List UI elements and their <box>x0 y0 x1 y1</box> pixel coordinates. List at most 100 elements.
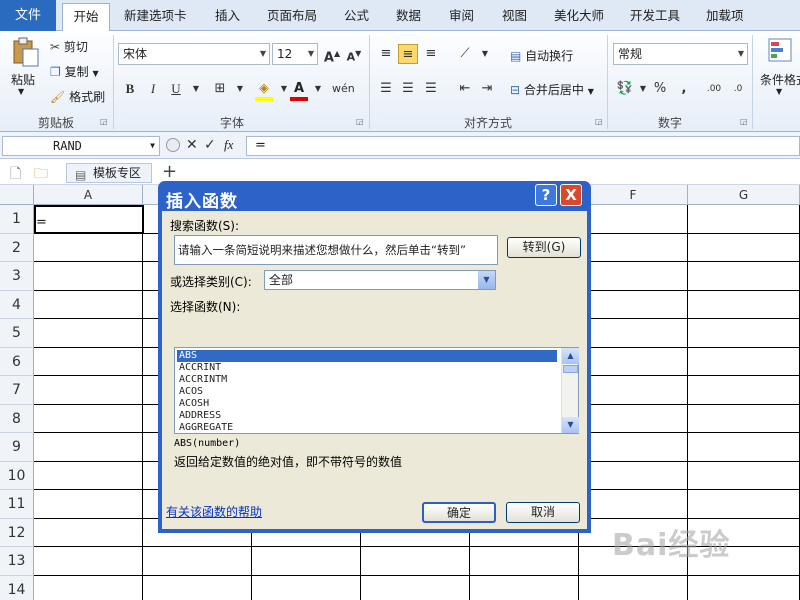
scroll-up-icon[interactable]: ▲ <box>562 348 579 364</box>
ok-button[interactable]: 确定 <box>422 502 496 523</box>
paste-dropdown-icon[interactable]: ▼ <box>18 87 24 96</box>
tab-addins[interactable]: 加载项 <box>706 6 744 26</box>
row-header[interactable]: 7 <box>0 376 34 405</box>
column-header-a[interactable]: A <box>34 185 143 205</box>
row-header[interactable]: 14 <box>0 575 34 600</box>
go-button[interactable]: 转到(G) <box>507 237 581 258</box>
tab-beautify[interactable]: 美化大师 <box>554 6 604 26</box>
tab-review[interactable]: 审阅 <box>449 6 474 26</box>
comma-style-icon[interactable]: , <box>674 79 694 99</box>
grid-cell[interactable] <box>579 490 688 519</box>
row-header[interactable]: 9 <box>0 433 34 462</box>
phonetic-icon[interactable]: wén <box>332 79 355 99</box>
grid-cell[interactable] <box>34 290 143 319</box>
grid-cell[interactable] <box>34 404 143 433</box>
grid-cell[interactable] <box>579 205 688 234</box>
scroll-thumb[interactable] <box>563 365 578 373</box>
border-icon[interactable]: ⊞ <box>210 79 230 99</box>
active-cell-a1[interactable] <box>34 205 144 234</box>
increase-decimal-icon[interactable]: .00 <box>704 79 724 99</box>
underline-dropdown-icon[interactable]: ▼ <box>186 79 206 99</box>
format-painter-button[interactable]: 🖌 格式刷 <box>50 88 105 105</box>
grid-cell[interactable] <box>688 205 800 234</box>
function-help-link[interactable]: 有关该函数的帮助 <box>166 503 262 520</box>
list-item[interactable]: ADDRESS <box>177 410 557 422</box>
font-size-select[interactable]: 12 ▼ <box>272 43 318 65</box>
grid-cell[interactable] <box>579 233 688 262</box>
cancel-formula-icon[interactable]: ✕ <box>186 137 198 153</box>
scroll-down-icon[interactable]: ▼ <box>562 417 579 433</box>
grid-cell[interactable] <box>143 547 252 576</box>
number-format-select[interactable]: 常规 ▼ <box>613 43 748 65</box>
enter-formula-icon[interactable]: ✓ <box>204 137 216 153</box>
grid-cell[interactable] <box>34 262 143 291</box>
list-item[interactable]: AGGREGATE <box>177 422 557 434</box>
tab-insert[interactable]: 插入 <box>215 6 240 26</box>
merge-center-button[interactable]: ⊟ 合并后居中 ▼ <box>510 81 594 98</box>
row-header[interactable]: 5 <box>0 319 34 348</box>
tab-view[interactable]: 视图 <box>502 6 527 26</box>
grid-cell[interactable] <box>688 319 800 348</box>
grid-cell[interactable] <box>34 461 143 490</box>
grid-cell[interactable] <box>470 547 579 576</box>
list-item[interactable]: ABS <box>177 350 557 362</box>
align-left-icon[interactable]: ☰ <box>376 79 396 99</box>
grid-cell[interactable] <box>143 575 252 600</box>
grid-cell[interactable] <box>688 461 800 490</box>
folder-icon[interactable]: 🗀 <box>34 163 48 187</box>
align-top-icon[interactable]: ≡ <box>376 44 396 64</box>
row-header[interactable]: 11 <box>0 490 34 519</box>
help-button[interactable]: ? <box>535 184 557 206</box>
shrink-font-icon[interactable]: A▼ <box>344 44 364 64</box>
grow-font-icon[interactable]: A▲ <box>322 44 342 65</box>
grid-cell[interactable] <box>579 404 688 433</box>
grid-cell[interactable] <box>579 319 688 348</box>
row-header[interactable]: 6 <box>0 347 34 376</box>
underline-button[interactable]: U <box>166 79 186 99</box>
grid-cell[interactable] <box>34 547 143 576</box>
font-color-dropdown-icon[interactable]: ▼ <box>308 79 328 99</box>
fill-color-icon[interactable]: ◈ <box>254 79 274 99</box>
grid-cell[interactable] <box>688 262 800 291</box>
increase-indent-icon[interactable]: ⇥ <box>477 79 497 99</box>
tab-developer[interactable]: 开发工具 <box>630 6 680 26</box>
list-item[interactable]: ACOSH <box>177 398 557 410</box>
grid-cell[interactable] <box>688 347 800 376</box>
grid-cell[interactable] <box>361 547 470 576</box>
grid-cell[interactable] <box>34 518 143 547</box>
function-list[interactable]: ABS ACCRINT ACCRINTM ACOS ACOSH ADDRESS … <box>174 347 579 434</box>
currency-icon[interactable]: 💱 <box>615 79 635 99</box>
search-function-input[interactable]: 请输入一条简短说明来描述您想做什么，然后单击“转到” <box>174 235 498 265</box>
cut-button[interactable]: ✂ 剪切 <box>50 38 88 55</box>
row-header[interactable]: 12 <box>0 518 34 547</box>
wrap-text-button[interactable]: ▤ 自动换行 <box>510 47 573 64</box>
close-button[interactable]: X <box>560 184 582 206</box>
font-name-select[interactable]: 宋体 ▼ <box>118 43 270 65</box>
row-header[interactable]: 13 <box>0 547 34 576</box>
insert-function-button[interactable]: fx <box>224 137 233 153</box>
grid-cell[interactable] <box>34 347 143 376</box>
column-header-f[interactable]: F <box>579 185 688 205</box>
italic-button[interactable]: I <box>143 79 163 99</box>
bold-button[interactable]: B <box>120 79 140 99</box>
tab-formulas[interactable]: 公式 <box>344 6 369 26</box>
orientation-icon[interactable]: ⟋ <box>455 44 475 64</box>
orientation-dropdown-icon[interactable]: ▼ <box>475 44 495 64</box>
list-item[interactable]: ACOS <box>177 386 557 398</box>
font-launcher-icon[interactable]: ◲ <box>356 117 364 126</box>
grid-cell[interactable] <box>688 376 800 405</box>
conditional-dropdown-icon[interactable]: ▼ <box>776 87 782 96</box>
grid-cell[interactable] <box>579 575 688 600</box>
grid-cell[interactable] <box>688 490 800 519</box>
grid-cell[interactable] <box>579 461 688 490</box>
formula-input[interactable]: = <box>246 136 800 156</box>
grid-cell[interactable] <box>470 575 579 600</box>
grid-cell[interactable] <box>688 575 800 600</box>
tab-file[interactable]: 文件 <box>0 0 56 31</box>
number-launcher-icon[interactable]: ◲ <box>740 117 748 126</box>
paste-button[interactable]: 粘贴 <box>11 71 35 88</box>
percent-button[interactable]: % <box>650 79 670 99</box>
grid-cell[interactable] <box>252 547 361 576</box>
column-header-g[interactable]: G <box>688 185 800 205</box>
grid-cell[interactable] <box>579 376 688 405</box>
